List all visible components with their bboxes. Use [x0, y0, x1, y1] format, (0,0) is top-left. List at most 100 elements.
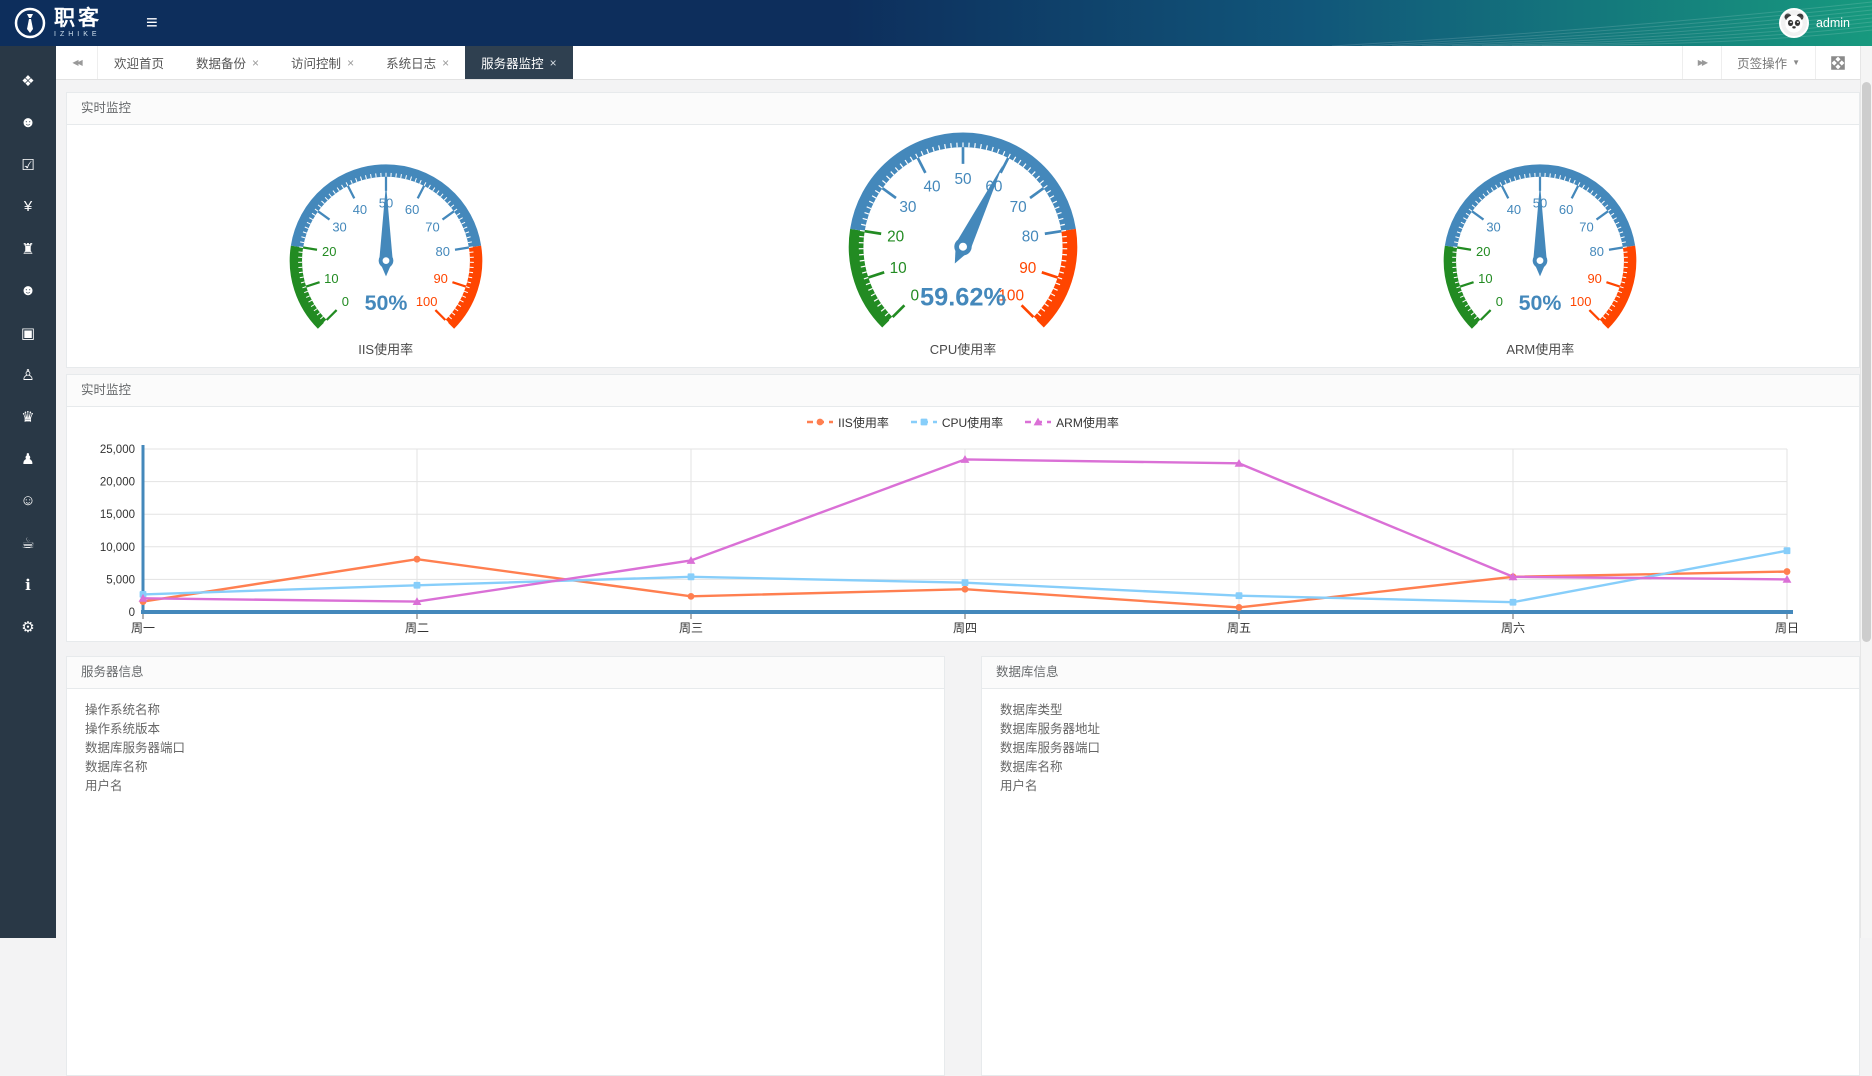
sidebar-item-10[interactable]: ☺ [0, 484, 56, 517]
chart-panel-title: 实时监控 [67, 375, 1859, 407]
x-axis-label: 周日 [1775, 621, 1799, 635]
svg-text:20,000: 20,000 [100, 477, 135, 489]
svg-text:10,000: 10,000 [100, 542, 135, 554]
gauge-1: 010203040506070809010059.62%CPU使用率 [674, 113, 1251, 368]
sidebar-item-11[interactable]: ☕ [0, 526, 56, 559]
tab-4[interactable]: 服务器监控 × [465, 46, 573, 79]
sidebar-item-4[interactable]: ♜ [0, 232, 56, 265]
user-icon: ☺ [20, 492, 35, 509]
tab-3[interactable]: 系统日志× [370, 46, 465, 79]
users-icon: ☻ [20, 114, 36, 131]
tab-label: 服务器监控 [481, 53, 544, 72]
tab-close-icon[interactable]: × [550, 56, 557, 70]
svg-text:40: 40 [1507, 202, 1521, 217]
tabs-scroll-right-icon[interactable]: ▶▶ [1682, 46, 1721, 79]
legend-item[interactable]: CPU使用率 [911, 414, 1003, 431]
tab-operations-dropdown[interactable]: 页签操作 ▼ [1721, 46, 1815, 79]
svg-text:10: 10 [1478, 271, 1492, 286]
legend-triangle-icon [1025, 416, 1051, 428]
tab-close-icon[interactable]: × [442, 56, 449, 70]
x-axis-label: 周六 [1501, 621, 1525, 635]
tab-0[interactable]: 欢迎首页 [98, 46, 180, 79]
logo-tie-icon [14, 7, 46, 39]
trophy-icon: ☕ [21, 534, 34, 552]
svg-text:25,000: 25,000 [100, 444, 135, 456]
sidebar-item-13[interactable]: ⚙ [0, 610, 56, 643]
svg-text:0: 0 [341, 294, 348, 309]
server-info-item: 用户名 [85, 777, 926, 796]
database-info-item: 数据库名称 [1000, 758, 1841, 777]
user-group-icon: ☻ [20, 282, 36, 299]
sidebar-item-0[interactable]: ❖ [0, 64, 56, 97]
gauge-value: 59.62% [920, 284, 1006, 312]
svg-text:100: 100 [1570, 294, 1592, 309]
svg-text:70: 70 [1010, 199, 1027, 216]
legend-item[interactable]: ARM使用率 [1025, 414, 1119, 431]
app-subtitle: IZHIKE [54, 31, 102, 38]
database-info-title: 数据库信息 [982, 657, 1859, 689]
fullscreen-button[interactable] [1815, 46, 1860, 79]
user-menu[interactable]: admin [1779, 8, 1872, 38]
svg-text:30: 30 [332, 219, 346, 234]
svg-text:60: 60 [1559, 202, 1573, 217]
scrollbar-thumb[interactable] [1862, 82, 1871, 642]
sidebar-item-9[interactable]: ♟ [0, 442, 56, 475]
sidebar-item-3[interactable]: ¥ [0, 190, 56, 223]
svg-text:90: 90 [1588, 271, 1602, 286]
legend-item[interactable]: IIS使用率 [807, 414, 889, 431]
sidebar-item-2[interactable]: ☑ [0, 148, 56, 181]
chevron-down-icon: ▼ [1792, 58, 1800, 67]
app-logo[interactable]: 职客 IZHIKE [0, 7, 120, 39]
server-info-panel: 服务器信息 操作系统名称操作系统版本数据库服务器端口数据库名称用户名 [66, 656, 945, 1076]
svg-text:0: 0 [129, 607, 135, 619]
legend-label: IIS使用率 [838, 414, 889, 431]
open-tabs: 欢迎首页数据备份×访问控制×系统日志×服务器监控× [98, 46, 1682, 79]
sidebar-item-6[interactable]: ▣ [0, 316, 56, 349]
database-info-item: 数据库服务器地址 [1000, 720, 1841, 739]
svg-text:30: 30 [899, 199, 916, 216]
app-title: 职客 [54, 8, 102, 29]
realtime-chart-panel: 实时监控 IIS使用率CPU使用率ARM使用率 05,00010,00015,0… [66, 374, 1860, 642]
x-axis-label: 周三 [679, 621, 703, 635]
tab-1[interactable]: 数据备份 × [180, 46, 275, 79]
x-axis-label: 周一 [131, 621, 155, 635]
tab-bar: ◀◀ 欢迎首页数据备份×访问控制×系统日志×服务器监控× ▶▶ 页签操作 ▼ [56, 46, 1860, 80]
legend-label: ARM使用率 [1056, 414, 1119, 431]
menu-toggle-icon[interactable]: ≡ [146, 0, 158, 46]
sidebar-item-5[interactable]: ☻ [0, 274, 56, 307]
gauge-value: 50% [1519, 291, 1562, 315]
gauge-row: 010203040506070809010050%IIS使用率010203040… [67, 125, 1859, 368]
svg-text:30: 30 [1487, 219, 1501, 234]
sidebar-item-1[interactable]: ☻ [0, 106, 56, 139]
tab-close-icon[interactable]: × [347, 56, 354, 70]
gauge-value: 50% [364, 291, 407, 315]
cogs-icon: ⚙ [21, 618, 34, 636]
graduation-cap-icon: ♛ [21, 408, 34, 426]
database-info-item: 数据库类型 [1000, 701, 1841, 720]
gauge-title: ARM使用率 [1506, 339, 1574, 358]
legend-label: CPU使用率 [942, 414, 1003, 431]
fullscreen-icon [1831, 56, 1845, 70]
server-info-list: 操作系统名称操作系统版本数据库服务器端口数据库名称用户名 [67, 689, 944, 808]
tab-label: 数据备份 [196, 53, 246, 72]
street-view-icon: ♙ [21, 366, 34, 384]
tab-label: 欢迎首页 [114, 53, 164, 72]
yen-icon: ¥ [24, 198, 32, 215]
svg-text:50: 50 [954, 171, 971, 188]
briefcase-icon: ▣ [21, 324, 35, 342]
check-square-icon: ☑ [21, 156, 34, 174]
sidebar-item-7[interactable]: ♙ [0, 358, 56, 391]
svg-text:15,000: 15,000 [100, 509, 135, 521]
sidebar-item-12[interactable]: ℹ [0, 568, 56, 601]
tab-operations-label: 页签操作 [1737, 53, 1787, 72]
svg-text:40: 40 [352, 202, 366, 217]
legend-square-icon [911, 416, 937, 428]
gauge-0: 010203040506070809010050%IIS使用率 [97, 148, 674, 368]
page-scrollbar[interactable] [1860, 46, 1872, 938]
svg-text:100: 100 [415, 294, 437, 309]
tab-2[interactable]: 访问控制× [275, 46, 370, 79]
tabs-scroll-left-icon[interactable]: ◀◀ [56, 46, 98, 79]
sidebar-item-8[interactable]: ♛ [0, 400, 56, 433]
bank-icon: ♜ [21, 240, 34, 258]
tab-close-icon[interactable]: × [252, 56, 259, 70]
